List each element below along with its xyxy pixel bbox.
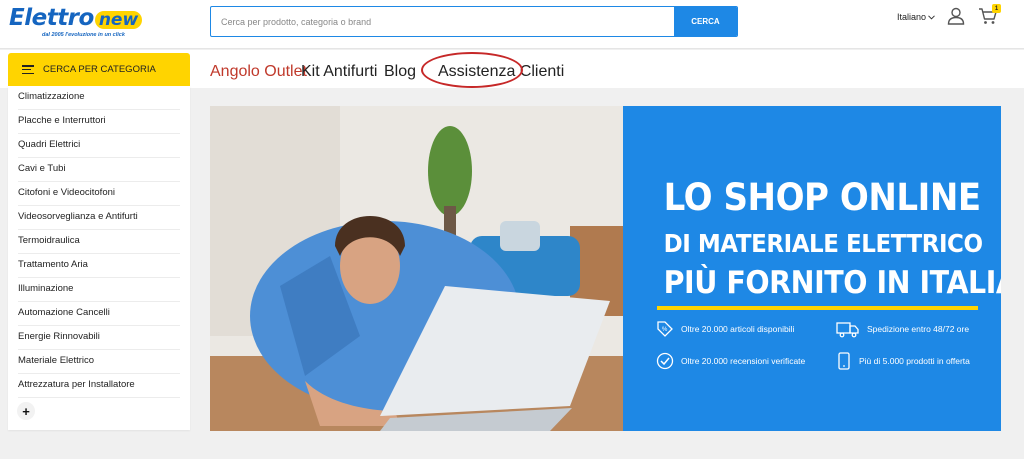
sidebar-item-energie[interactable]: Energie Rinnovabili — [8, 326, 190, 350]
search-input[interactable] — [211, 7, 675, 36]
sidebar-item-quadri[interactable]: Quadri Elettrici — [8, 134, 190, 158]
sidebar-item-citofoni[interactable]: Citofoni e Videocitofoni — [8, 182, 190, 206]
cart-count-badge: 1 — [992, 4, 1001, 13]
language-label: Italiano — [897, 12, 927, 22]
sidebar-item-automazione[interactable]: Automazione Cancelli — [8, 302, 190, 326]
logo-text-new: new — [94, 11, 143, 29]
sidebar-item-cavi[interactable]: Cavi e Tubi — [8, 158, 190, 182]
category-menu-label: CERCA PER CATEGORIA — [43, 64, 156, 75]
nav-link-blog[interactable]: Blog — [384, 63, 416, 81]
feature-articoli: % Oltre 20.000 articoli disponibili — [656, 320, 794, 338]
banner-headline-2: DI MATERIALE ELETTRICO — [663, 229, 983, 258]
nav-link-outlet[interactable]: Angolo Outlet — [210, 63, 307, 81]
banner-photo — [210, 106, 642, 431]
site-header: Elettro new dal 2005 l'evoluzione in un … — [0, 0, 1024, 49]
category-sidebar: Climatizzazione Placche e Interruttori Q… — [8, 86, 190, 430]
sidebar-item-climatizzazione[interactable]: Climatizzazione — [8, 86, 190, 110]
nav-link-assistenza-clienti[interactable]: Assistenza Clienti — [438, 63, 564, 81]
banner-yellow-divider — [657, 306, 978, 310]
logo-tagline: dal 2005 l'evoluzione in un click — [42, 32, 125, 38]
feature-spedizione-label: Spedizione entro 48/72 ore — [867, 324, 970, 334]
expand-categories-button[interactable]: + — [17, 402, 35, 420]
sidebar-item-illuminazione[interactable]: Illuminazione — [8, 278, 190, 302]
sidebar-item-placche[interactable]: Placche e Interruttori — [8, 110, 190, 134]
banner-headline-1: LO SHOP ONLINE — [663, 176, 982, 219]
svg-text:%: % — [662, 327, 668, 333]
feature-articoli-label: Oltre 20.000 articoli disponibili — [681, 324, 795, 334]
feature-recensioni-label: Oltre 20.000 recensioni verificate — [681, 356, 806, 366]
chevron-down-icon — [928, 14, 935, 20]
sidebar-item-videosorveglianza[interactable]: Videosorveglianza e Antifurti — [8, 206, 190, 230]
verified-badge-icon — [656, 352, 674, 370]
sidebar-item-materiale[interactable]: Materiale Elettrico — [8, 350, 190, 374]
feature-recensioni: Oltre 20.000 recensioni verificate — [656, 352, 805, 370]
nav-link-kit-antifurti[interactable]: Kit Antifurti — [301, 63, 377, 81]
logo-wordmark: Elettro new — [9, 5, 143, 31]
search-button[interactable]: CERCA — [674, 7, 737, 36]
sidebar-item-attrezzatura[interactable]: Attrezzatura per Installatore — [8, 374, 190, 398]
language-selector[interactable]: Italiano — [897, 12, 935, 22]
tag-icon: % — [657, 321, 673, 337]
feature-offerta-label: Più di 5.000 prodotti in offerta — [859, 356, 970, 366]
feature-spedizione: Spedizione entro 48/72 ore — [836, 320, 969, 338]
truck-icon — [836, 322, 859, 338]
sidebar-item-termoidraulica[interactable]: Termoidraulica — [8, 230, 190, 254]
logo-text-elettro: Elettro — [9, 5, 94, 31]
hamburger-icon — [22, 65, 34, 74]
banner-headline-3: PIÙ FORNITO IN ITALIA — [663, 265, 1001, 301]
feature-offerta: Più di 5.000 prodotti in offerta — [836, 352, 970, 370]
sidebar-item-trattamento-aria[interactable]: Trattamento Aria — [8, 254, 190, 278]
site-logo[interactable]: Elettro new dal 2005 l'evoluzione in un … — [9, 6, 151, 40]
category-menu-button[interactable]: CERCA PER CATEGORIA — [8, 53, 190, 86]
main-nav: CERCA PER CATEGORIA Angolo Outlet Kit An… — [0, 50, 1024, 88]
hero-banner[interactable]: LO SHOP ONLINE DI MATERIALE ELETTRICO PI… — [210, 106, 1001, 431]
smartphone-icon — [838, 352, 850, 370]
user-icon[interactable] — [947, 7, 965, 25]
search-bar: CERCA — [210, 6, 738, 37]
